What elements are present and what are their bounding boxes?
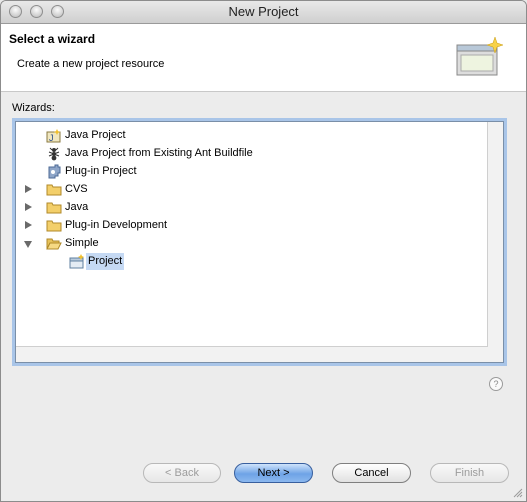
ant-icon (48, 147, 60, 161)
banner-description: Create a new project resource (17, 58, 165, 70)
tree-item-label: Plug-in Project (65, 165, 137, 177)
next-button[interactable]: Next > (234, 463, 313, 483)
tree-item-label: Java (65, 201, 89, 213)
window-title: New Project (228, 4, 299, 19)
wizards-label: Wizards: (12, 102, 55, 114)
svg-text:J: J (49, 133, 54, 143)
folder-icon (46, 202, 62, 214)
expand-arrow-icon[interactable] (25, 203, 32, 211)
wizard-banner-icon (456, 36, 503, 76)
folder-icon (46, 220, 62, 232)
java-project-icon: J (46, 129, 61, 143)
tree-item-label: Simple (65, 237, 99, 249)
tree-item-label: Plug-in Development (65, 219, 168, 231)
wizard-banner: Select a wizard Create a new project res… (1, 24, 526, 92)
scrollbar-corner (488, 347, 503, 362)
finish-button[interactable]: Finish (430, 463, 509, 483)
expand-arrow-icon[interactable] (25, 221, 32, 229)
wizard-tree[interactable]: J Java Project Java Project from Existin… (12, 118, 507, 366)
resize-grip-icon[interactable] (513, 488, 523, 498)
tree-item-label: Project (86, 253, 125, 270)
plugin-project-icon (48, 164, 61, 179)
tree-horizontal-scrollbar[interactable] (16, 346, 488, 362)
tree-item-label: CVS (65, 183, 88, 195)
new-project-icon (69, 254, 84, 269)
expand-arrow-icon[interactable] (25, 185, 32, 193)
title-bar[interactable]: New Project (1, 1, 526, 24)
banner-title: Select a wizard (9, 32, 96, 46)
folder-open-icon (46, 238, 62, 250)
collapse-arrow-icon[interactable] (24, 241, 32, 248)
new-project-dialog: New Project Select a wizard Create a new… (0, 0, 527, 502)
cancel-button[interactable]: Cancel (332, 463, 411, 483)
help-icon[interactable]: ? (489, 377, 503, 391)
folder-icon (46, 184, 62, 196)
tree-vertical-scrollbar[interactable] (487, 122, 503, 347)
tree-item-label: Java Project (65, 129, 126, 141)
tree-item-label: Java Project from Existing Ant Buildfile (65, 147, 253, 159)
back-button[interactable]: < Back (143, 463, 221, 483)
